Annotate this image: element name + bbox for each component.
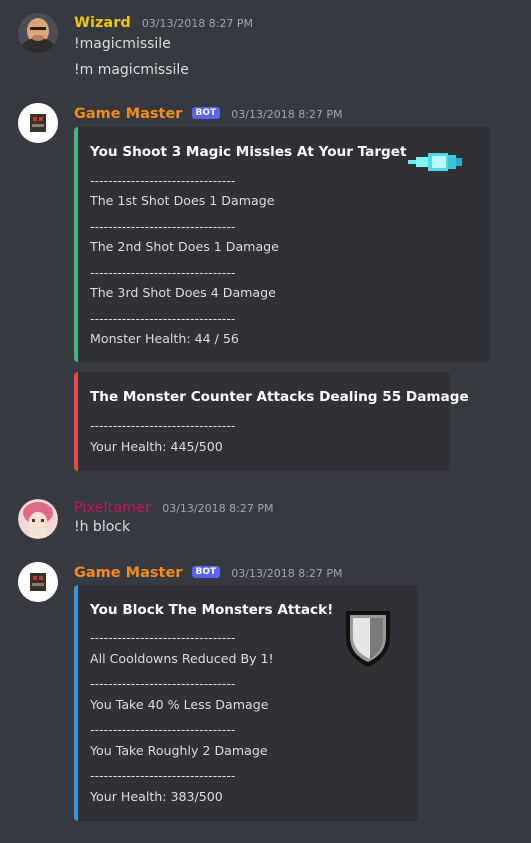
embed-line: The 1st Shot Does 1 Damage: [90, 193, 275, 208]
bot-badge: BOT: [191, 566, 221, 578]
timestamp: 03/13/2018 8:27 PM: [141, 17, 254, 30]
message-text: !h block: [74, 519, 131, 535]
separator: --------------------------------: [90, 219, 236, 234]
separator: --------------------------------: [90, 311, 236, 326]
separator: --------------------------------: [90, 265, 236, 280]
embed-line: All Cooldowns Reduced By 1!: [90, 651, 274, 666]
message-header: Game Master BOT 03/13/2018 8:27 PM: [74, 103, 343, 123]
embed-title: The Monster Counter Attacks Dealing 55 D…: [90, 389, 469, 405]
author-name[interactable]: Pixeltamer: [74, 500, 151, 516]
separator: --------------------------------: [90, 173, 236, 188]
timestamp: 03/13/2018 8:27 PM: [231, 108, 343, 121]
author-name[interactable]: Game Master: [74, 106, 182, 122]
message-header: Wizard 03/13/2018 8:27 PM: [74, 12, 253, 32]
separator: --------------------------------: [90, 418, 236, 433]
separator: --------------------------------: [90, 676, 236, 691]
separator: --------------------------------: [90, 768, 236, 783]
embed-line: You Take 40 % Less Damage: [90, 697, 269, 712]
embed-line: The 2nd Shot Does 1 Damage: [90, 239, 279, 254]
author-name[interactable]: Wizard: [74, 15, 131, 31]
embed-line: Your Health: 383/500: [90, 789, 223, 804]
embed-line: Your Health: 445/500: [90, 439, 223, 454]
timestamp: 03/13/2018 8:27 PM: [162, 502, 274, 515]
message-text: !magicmissile: [74, 36, 171, 52]
embed-title: You Shoot 3 Magic Missles At Your Target: [90, 144, 407, 160]
bot-badge: BOT: [191, 107, 221, 119]
separator: --------------------------------: [90, 630, 236, 645]
message-header: Game Master BOT 03/13/2018 8:27 PM: [74, 562, 343, 582]
timestamp: 03/13/2018 8:27 PM: [231, 567, 343, 580]
shield-icon: [342, 607, 394, 673]
embed-magic-missile: You Shoot 3 Magic Missles At Your Target…: [74, 127, 490, 362]
embed-line: The 3rd Shot Does 4 Damage: [90, 285, 276, 300]
embed-line: Monster Health: 44 / 56: [90, 331, 239, 346]
message-text: !m magicmissile: [74, 62, 189, 78]
embed-title: You Block The Monsters Attack!: [90, 602, 334, 618]
avatar[interactable]: [18, 562, 58, 602]
message-header: Pixeltamer 03/13/2018 8:27 PM: [74, 497, 273, 517]
embed-block: You Block The Monsters Attack! ---------…: [74, 585, 418, 821]
embed-line: You Take Roughly 2 Damage: [90, 743, 268, 758]
separator: --------------------------------: [90, 722, 236, 737]
embed-counter-attack: The Monster Counter Attacks Dealing 55 D…: [74, 372, 469, 471]
author-name[interactable]: Game Master: [74, 565, 182, 581]
avatar[interactable]: [18, 499, 58, 539]
magic-missile-icon: [408, 149, 464, 179]
avatar[interactable]: [18, 13, 58, 53]
avatar[interactable]: [18, 103, 58, 143]
